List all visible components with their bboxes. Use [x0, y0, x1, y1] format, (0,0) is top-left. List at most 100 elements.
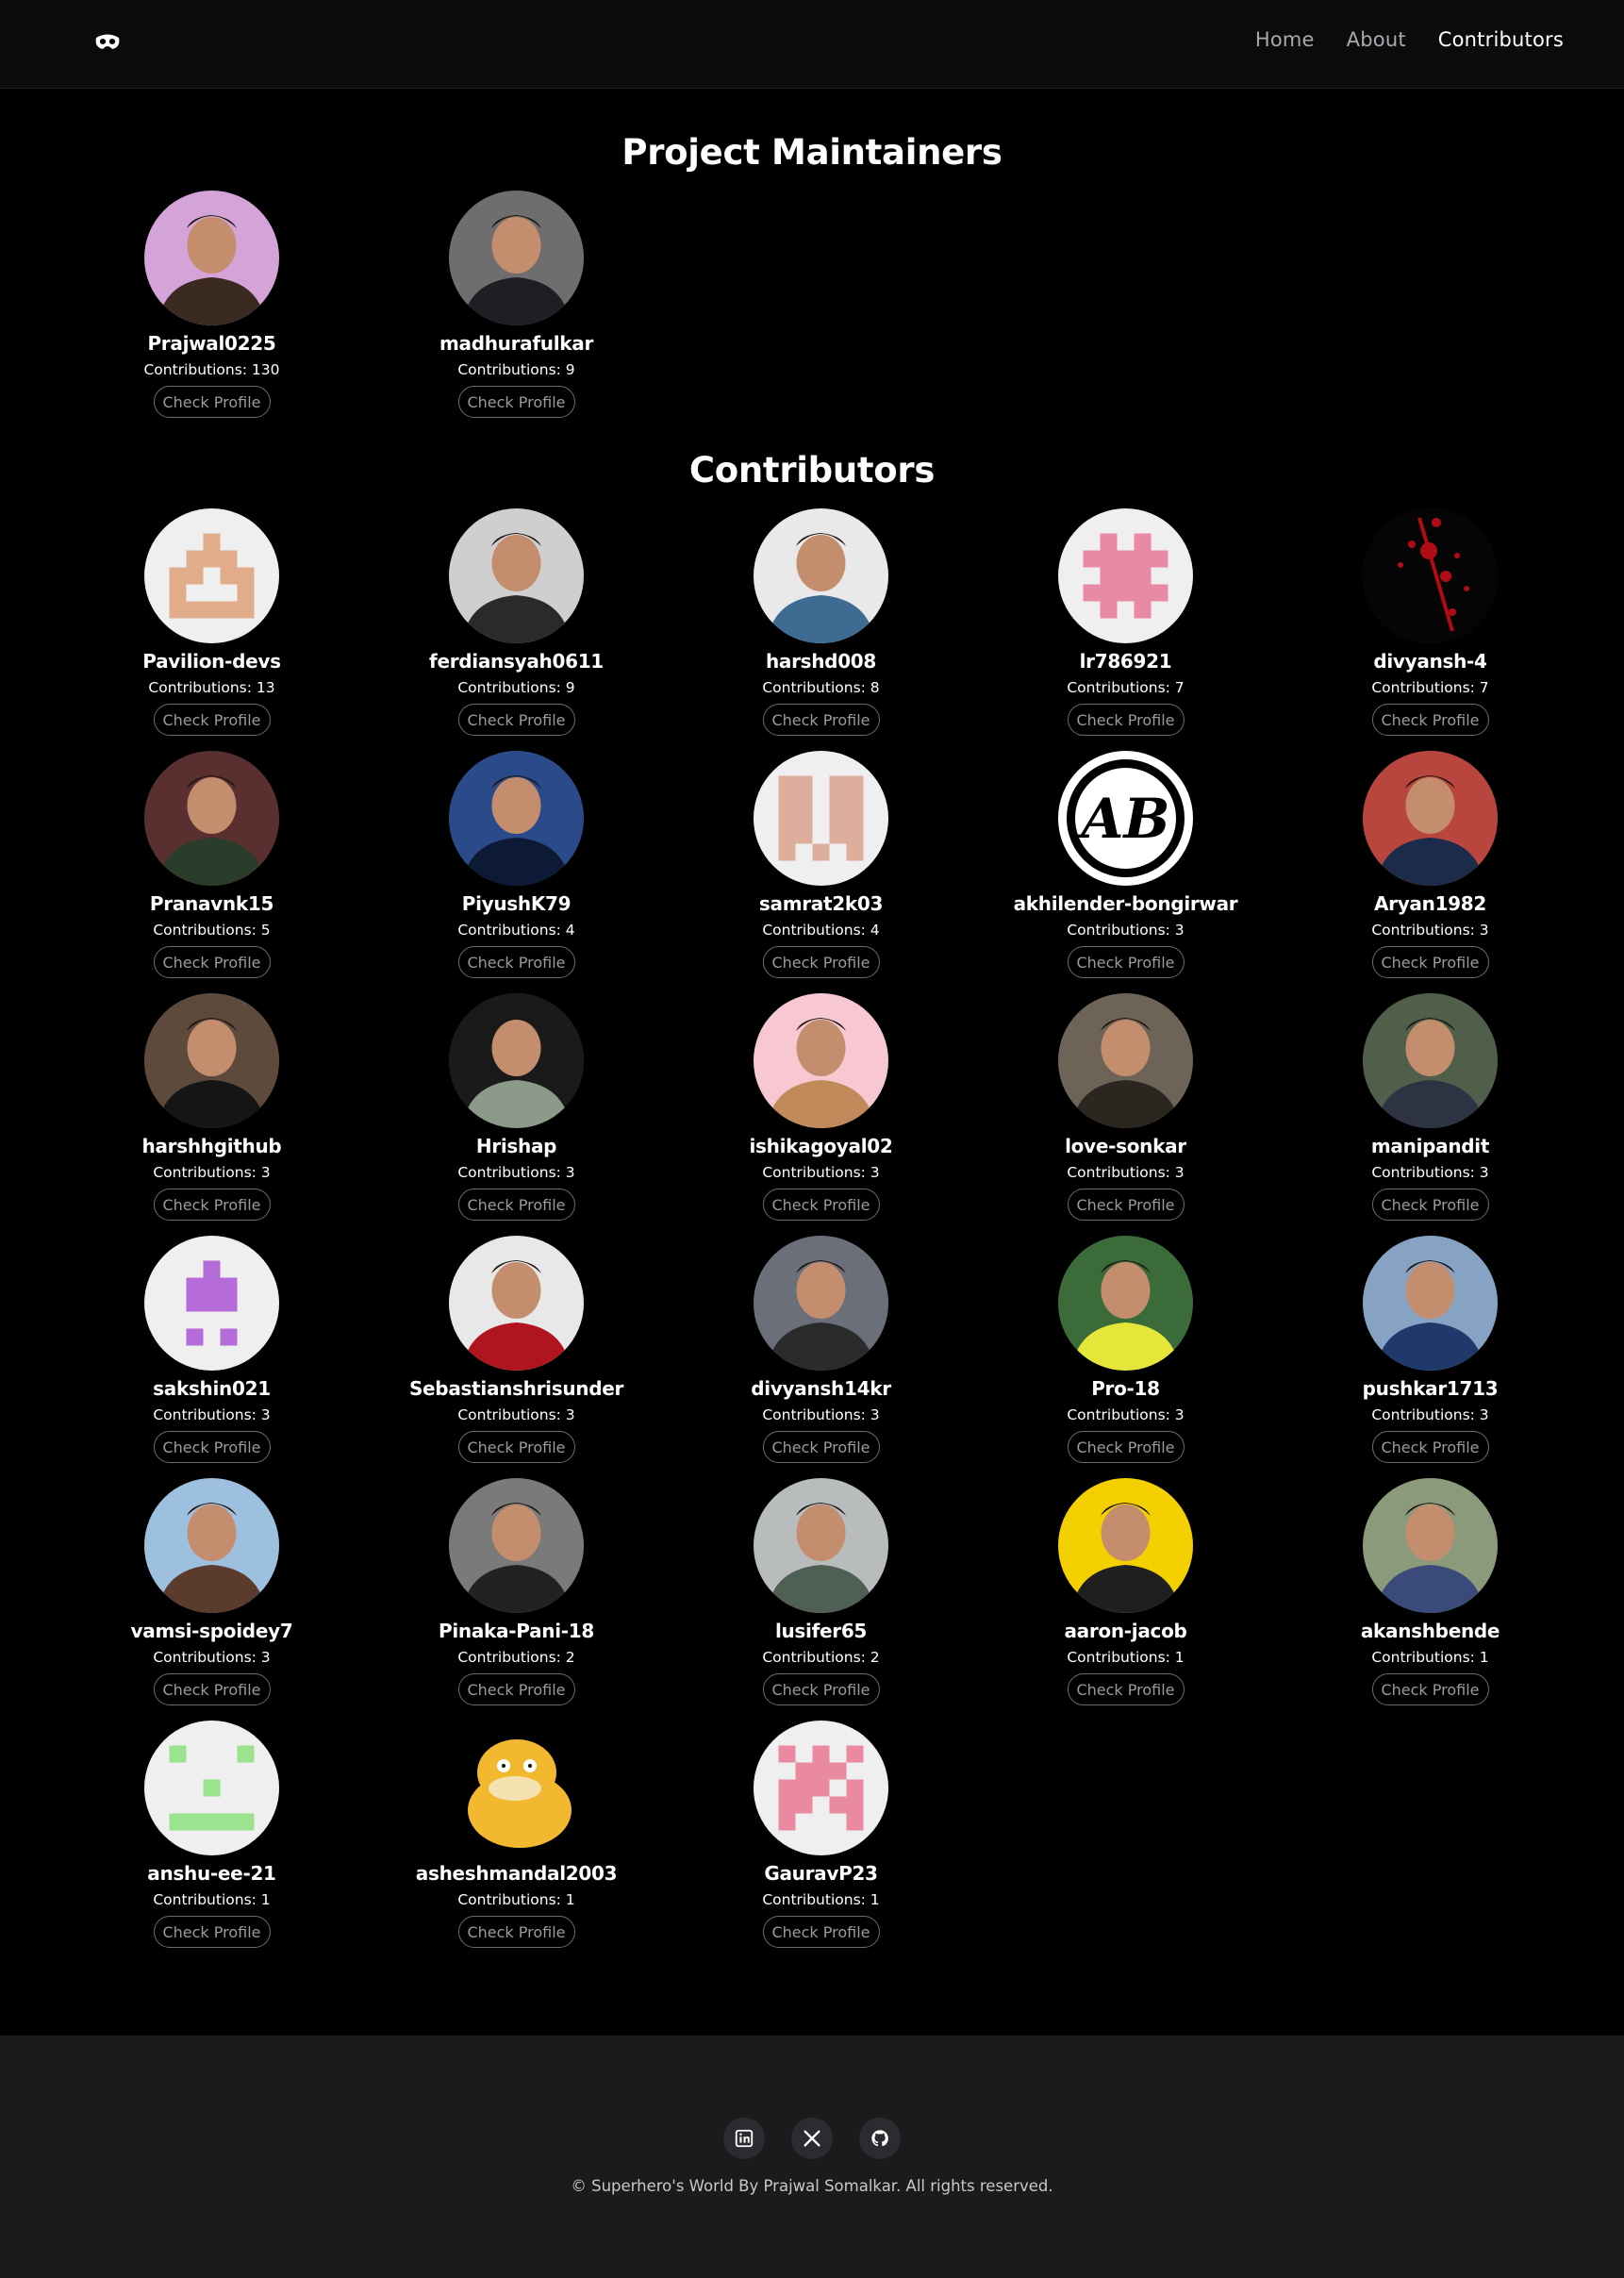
linkedin-link[interactable] [723, 2118, 765, 2159]
check-profile-button[interactable]: Check Profile [457, 1431, 575, 1463]
copyright-text: © Superhero's World By Prajwal Somalkar.… [571, 2177, 1053, 2195]
check-profile-button[interactable]: Check Profile [457, 1916, 575, 1948]
contributor-card: AB akhilender-bongirwar Contributions: 3 Ch… [973, 751, 1278, 987]
avatar [1058, 993, 1193, 1128]
x-link[interactable] [791, 2118, 833, 2159]
check-profile-button[interactable]: Check Profile [1067, 1431, 1185, 1463]
contributor-name: PiyushK79 [461, 892, 572, 915]
check-profile-button[interactable]: Check Profile [762, 946, 880, 978]
contributor-card: Pranavnk15 Contributions: 5 Check Profile [59, 751, 364, 987]
contributor-name: Pinaka-Pani-18 [439, 1620, 594, 1642]
contributor-name: Aryan1982 [1373, 892, 1487, 915]
contributions-count: Contributions: 2 [457, 1649, 575, 1666]
contributor-card: divyansh14kr Contributions: 3 Check Profil… [669, 1236, 973, 1472]
avatar [1363, 1478, 1498, 1613]
contributions-count: Contributions: 7 [1067, 679, 1185, 696]
avatar [449, 751, 584, 886]
contributor-card: love-sonkar Contributions: 3 Check Profile [973, 993, 1278, 1229]
check-profile-button[interactable]: Check Profile [1067, 946, 1185, 978]
nav-about-link[interactable]: About [1347, 28, 1406, 51]
avatar [144, 751, 279, 886]
check-profile-button[interactable]: Check Profile [457, 1189, 575, 1221]
check-profile-button[interactable]: Check Profile [153, 946, 271, 978]
contributor-name: love-sonkar [1065, 1135, 1186, 1157]
check-profile-button[interactable]: Check Profile [457, 386, 575, 418]
avatar [449, 508, 584, 643]
contributions-count: Contributions: 1 [762, 1891, 880, 1908]
check-profile-button[interactable]: Check Profile [153, 1916, 271, 1948]
check-profile-button[interactable]: Check Profile [153, 704, 271, 736]
contributor-card: manipandit Contributions: 3 Check Profile [1278, 993, 1583, 1229]
contributor-name: divyansh14kr [751, 1377, 891, 1400]
navbar: Home About Contributors [0, 0, 1624, 89]
check-profile-button[interactable]: Check Profile [1067, 1189, 1185, 1221]
contributor-card: Hrishap Contributions: 3 Check Profile [364, 993, 669, 1229]
contributor-name: GauravP23 [764, 1862, 878, 1885]
check-profile-button[interactable]: Check Profile [153, 386, 271, 418]
check-profile-button[interactable]: Check Profile [1371, 704, 1489, 736]
contributor-name: ferdiansyah0611 [429, 650, 604, 673]
contributor-card: akanshbende Contributions: 1 Check Profile [1278, 1478, 1583, 1714]
mask-icon[interactable] [94, 32, 121, 53]
contributor-card: Pro-18 Contributions: 3 Check Profile [973, 1236, 1278, 1472]
check-profile-button[interactable]: Check Profile [153, 1673, 271, 1705]
contributions-count: Contributions: 3 [153, 1164, 271, 1181]
contributor-name: ishikagoyal02 [749, 1135, 893, 1157]
maintainers-grid: Prajwal0225 Contributions: 130 Check Profi… [0, 191, 1624, 426]
contributor-name: harshhgithub [141, 1135, 282, 1157]
contributions-count: Contributions: 1 [1067, 1649, 1185, 1666]
contributions-count: Contributions: 3 [762, 1164, 880, 1181]
check-profile-button[interactable]: Check Profile [1371, 1189, 1489, 1221]
contributors-title: Contributors [688, 450, 936, 491]
contributions-count: Contributions: 9 [457, 361, 575, 378]
maintainers-title: Project Maintainers [621, 132, 1003, 173]
contributions-count: Contributions: 3 [762, 1406, 880, 1423]
contributor-name: samrat2k03 [758, 892, 884, 915]
check-profile-button[interactable]: Check Profile [1371, 1673, 1489, 1705]
contributor-card: PiyushK79 Contributions: 4 Check Profile [364, 751, 669, 987]
avatar [1363, 993, 1498, 1128]
check-profile-button[interactable]: Check Profile [762, 1916, 880, 1948]
github-icon [871, 2130, 888, 2147]
check-profile-button[interactable]: Check Profile [457, 1673, 575, 1705]
contributor-card: lusifer65 Contributions: 2 Check Profile [669, 1478, 973, 1714]
check-profile-button[interactable]: Check Profile [1371, 1431, 1489, 1463]
check-profile-button[interactable]: Check Profile [153, 1189, 271, 1221]
check-profile-button[interactable]: Check Profile [457, 704, 575, 736]
nav-home-link[interactable]: Home [1255, 28, 1315, 51]
check-profile-button[interactable]: Check Profile [1371, 946, 1489, 978]
github-link[interactable] [859, 2118, 901, 2159]
avatar [1363, 751, 1498, 886]
contributor-card: Pinaka-Pani-18 Contributions: 2 Check Prof… [364, 1478, 669, 1714]
check-profile-button[interactable]: Check Profile [762, 1431, 880, 1463]
contributions-count: Contributions: 130 [143, 361, 280, 378]
contributor-name: Hrishap [475, 1135, 557, 1157]
check-profile-button[interactable]: Check Profile [762, 1673, 880, 1705]
check-profile-button[interactable]: Check Profile [762, 1189, 880, 1221]
nav-contributors-link[interactable]: Contributors [1438, 28, 1564, 51]
check-profile-button[interactable]: Check Profile [1067, 1673, 1185, 1705]
contributor-name: Pro-18 [1091, 1377, 1160, 1400]
contributor-name: manipandit [1370, 1135, 1490, 1157]
contributor-name: pushkar1713 [1362, 1377, 1499, 1400]
contributor-card: Pavilion-devs Contributions: 13 Check Prof… [59, 508, 364, 744]
contributions-count: Contributions: 3 [1067, 1164, 1185, 1181]
contributor-card: ferdiansyah0611 Contributions: 9 Check Pro… [364, 508, 669, 744]
avatar [754, 1236, 888, 1371]
contributor-card: aaron-jacob Contributions: 1 Check Profile [973, 1478, 1278, 1714]
contributions-count: Contributions: 13 [148, 679, 275, 696]
contributor-card: harshhgithub Contributions: 3 Check Profil… [59, 993, 364, 1229]
check-profile-button[interactable]: Check Profile [762, 704, 880, 736]
contributor-card: Sebastianshrisunder Contributions: 3 Check… [364, 1236, 669, 1472]
avatar [144, 508, 279, 643]
contributions-count: Contributions: 3 [457, 1164, 575, 1181]
contributions-count: Contributions: 9 [457, 679, 575, 696]
check-profile-button[interactable]: Check Profile [457, 946, 575, 978]
contributor-name: vamsi-spoidey7 [130, 1620, 293, 1642]
check-profile-button[interactable]: Check Profile [1067, 704, 1185, 736]
check-profile-button[interactable]: Check Profile [153, 1431, 271, 1463]
avatar [449, 1478, 584, 1613]
contributor-card: divyansh-4 Contributions: 7 Check Profile [1278, 508, 1583, 744]
avatar [754, 508, 888, 643]
avatar [449, 1721, 584, 1855]
